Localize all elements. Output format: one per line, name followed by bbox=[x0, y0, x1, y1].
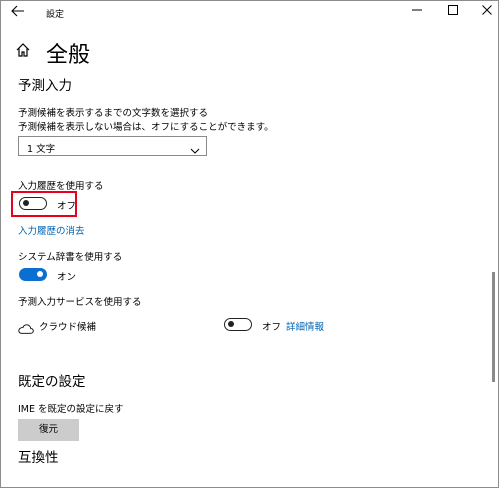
details-link[interactable]: 詳細情報 bbox=[286, 319, 324, 333]
scrollbar-thumb[interactable] bbox=[492, 272, 495, 382]
settings-window: 設定 全般 予測入力 予測候補を表示するまでの文字数を選択する 予測候補を表示し… bbox=[0, 0, 499, 488]
system-dictionary-label: システム辞書を使用する bbox=[18, 252, 123, 263]
char-count-value: 1 文字 bbox=[27, 144, 56, 155]
back-arrow-icon[interactable] bbox=[9, 5, 27, 21]
section-heading-predictive-input: 予測入力 bbox=[18, 78, 72, 94]
close-icon[interactable] bbox=[476, 5, 498, 21]
reset-ime-label: IME を既定の設定に戻す bbox=[18, 404, 124, 415]
input-history-toggle[interactable] bbox=[19, 197, 47, 210]
cloud-candidates-label: クラウド候補 bbox=[39, 322, 97, 333]
clear-history-link[interactable]: 入力履歴の消去 bbox=[18, 223, 85, 237]
system-dictionary-toggle[interactable] bbox=[19, 268, 47, 281]
cloud-candidates-toggle[interactable] bbox=[224, 318, 252, 331]
section-heading-compatibility: 互換性 bbox=[18, 450, 59, 466]
cloud-candidates-state: オフ bbox=[262, 322, 282, 333]
predictive-service-label: 予測入力サービスを使用する bbox=[18, 297, 142, 308]
predictive-description-line1: 予測候補を表示するまでの文字数を選択する bbox=[18, 108, 209, 119]
chevron-down-icon bbox=[190, 141, 200, 154]
input-history-state: オフ bbox=[57, 201, 77, 212]
cloud-icon bbox=[18, 319, 34, 334]
page-title: 全般 bbox=[46, 43, 91, 68]
window-title: 設定 bbox=[46, 10, 65, 20]
home-icon[interactable] bbox=[15, 42, 33, 60]
section-heading-default-settings: 既定の設定 bbox=[18, 374, 86, 390]
maximize-icon[interactable] bbox=[442, 5, 464, 21]
minimize-icon[interactable] bbox=[406, 5, 428, 21]
title-bar: 設定 bbox=[1, 1, 498, 27]
restore-button[interactable]: 復元 bbox=[18, 419, 79, 441]
input-history-label: 入力履歴を使用する bbox=[18, 181, 104, 192]
predictive-description-line2: 予測候補を表示しない場合は、オフにすることができます。 bbox=[18, 122, 274, 133]
system-dictionary-state: オン bbox=[57, 272, 77, 283]
char-count-dropdown[interactable]: 1 文字 bbox=[18, 136, 207, 156]
